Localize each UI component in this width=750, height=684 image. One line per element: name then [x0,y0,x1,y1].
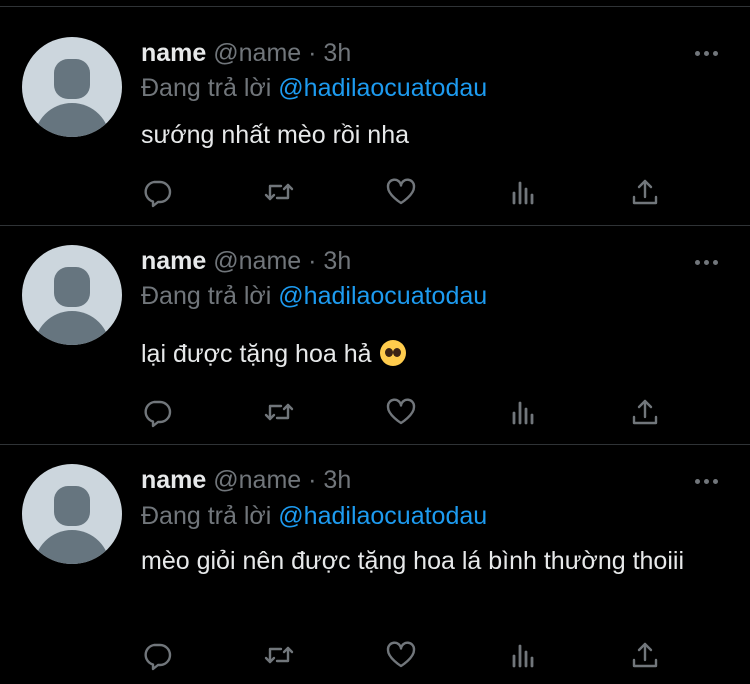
share-icon[interactable] [628,395,662,429]
mention-link[interactable]: @hadilaocuatodau [278,502,487,530]
action-bar [140,175,670,209]
tweet-header: name @name · 3h [141,465,351,495]
replying-prefix: Đang trả lời [141,282,272,310]
handle[interactable]: @name [213,39,301,67]
more-icon[interactable] [695,256,723,268]
reply-icon[interactable] [140,175,174,209]
tweet-header: name @name · 3h [141,246,351,276]
tweet-text: lại được tặng hoa hả [141,336,731,372]
separator: · [308,466,317,494]
replying-to: Đang trả lời @hadilaocuatodau [141,281,487,311]
tweet[interactable]: name @name · 3h Đang trả lời @hadilaocua… [0,226,750,445]
handle[interactable]: @name [213,247,301,275]
handle[interactable]: @name [213,466,301,494]
like-icon[interactable] [384,395,418,429]
avatar[interactable] [22,464,122,564]
tweet[interactable]: name @name · 3h Đang trả lời @hadilaocua… [0,445,750,684]
retweet-icon[interactable] [262,175,296,209]
reply-icon[interactable] [140,638,174,672]
separator: · [308,39,317,67]
analytics-icon[interactable] [506,175,540,209]
avatar[interactable] [22,37,122,137]
replying-to: Đang trả lời @hadilaocuatodau [141,501,487,531]
mention-link[interactable]: @hadilaocuatodau [278,74,487,102]
more-icon[interactable] [695,475,723,487]
replying-to: Đang trả lời @hadilaocuatodau [141,73,487,103]
avatar[interactable] [22,245,122,345]
retweet-icon[interactable] [262,638,296,672]
display-name[interactable]: name [141,466,206,494]
display-name[interactable]: name [141,247,206,275]
analytics-icon[interactable] [506,638,540,672]
action-bar [140,395,670,429]
tweet-text: sướng nhất mèo rồi nha [141,121,410,149]
analytics-icon[interactable] [506,395,540,429]
more-icon[interactable] [695,47,723,59]
retweet-icon[interactable] [262,395,296,429]
tweet-header: name @name · 3h [141,38,351,68]
replying-prefix: Đang trả lời [141,74,272,102]
share-icon[interactable] [628,638,662,672]
tweet-text-content: lại được tặng hoa hả [141,340,372,368]
mention-link[interactable]: @hadilaocuatodau [278,282,487,310]
reply-icon[interactable] [140,395,174,429]
replying-prefix: Đang trả lời [141,502,272,530]
like-icon[interactable] [384,638,418,672]
share-icon[interactable] [628,175,662,209]
tweet[interactable]: name @name · 3h Đang trả lời @hadilaocua… [0,7,750,226]
like-icon[interactable] [384,175,418,209]
action-bar [140,638,670,672]
timestamp[interactable]: 3h [323,466,351,494]
timestamp[interactable]: 3h [323,247,351,275]
pleading-face-emoji [380,340,407,366]
display-name[interactable]: name [141,39,206,67]
timestamp[interactable]: 3h [323,39,351,67]
tweet-text: mèo giỏi nên được tặng hoa lá bình thườn… [141,547,684,575]
separator: · [308,247,317,275]
